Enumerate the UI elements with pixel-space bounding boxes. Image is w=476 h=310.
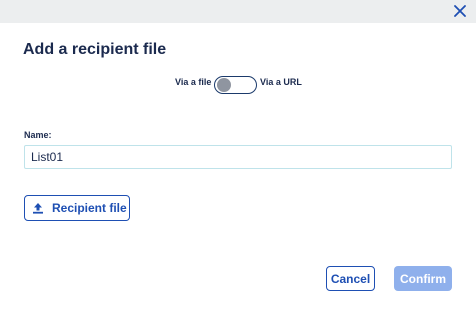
dialog-top-bar xyxy=(0,0,476,23)
toggle-label-via-url[interactable]: Via a URL xyxy=(260,77,302,87)
source-toggle-row: Via a file Via a URL xyxy=(0,73,476,95)
upload-button-label: Recipient file xyxy=(52,201,127,215)
upload-icon xyxy=(33,203,43,214)
name-input[interactable] xyxy=(24,145,452,169)
name-field-label: Name: xyxy=(24,130,52,140)
close-button[interactable] xyxy=(450,1,470,21)
dialog-title: Add a recipient file xyxy=(23,41,167,58)
confirm-button[interactable]: Confirm xyxy=(394,266,452,291)
recipient-file-upload-button[interactable]: Recipient file xyxy=(24,195,130,221)
toggle-knob xyxy=(217,78,231,92)
cancel-button[interactable]: Cancel xyxy=(326,266,375,291)
add-recipient-file-dialog: Add a recipient file Via a file Via a UR… xyxy=(0,0,476,310)
close-icon xyxy=(454,5,466,17)
toggle-label-via-file[interactable]: Via a file xyxy=(175,77,211,87)
source-toggle-switch[interactable] xyxy=(214,76,257,94)
